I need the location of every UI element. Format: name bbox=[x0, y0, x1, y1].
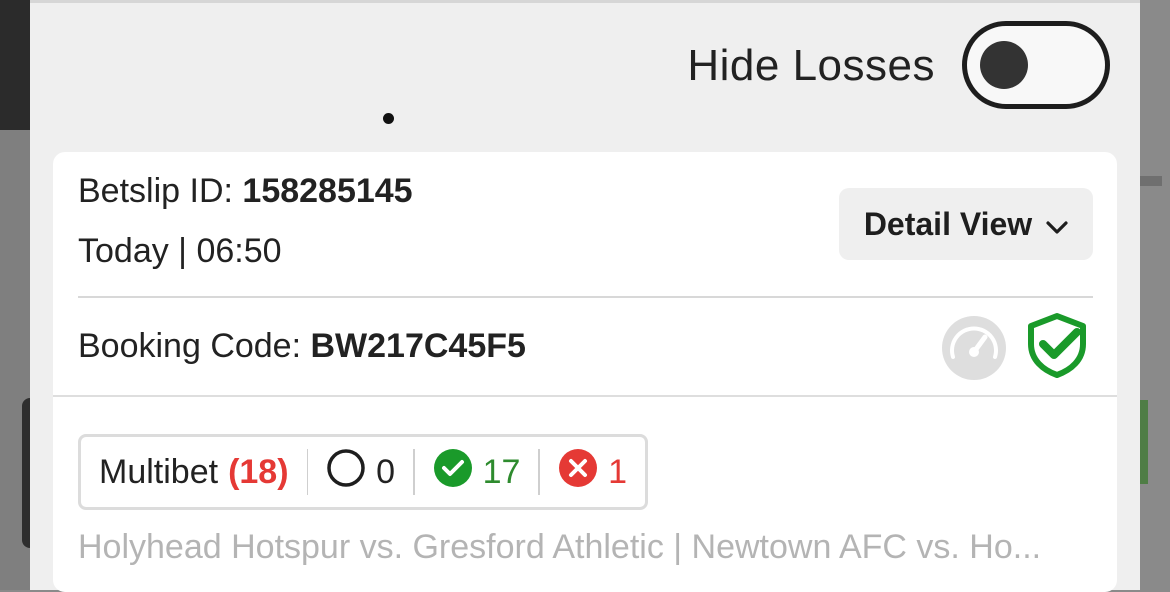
x-circle-icon bbox=[558, 448, 598, 497]
hide-losses-toggle[interactable] bbox=[962, 21, 1110, 109]
divider bbox=[78, 296, 1093, 298]
pending-segment: 0 bbox=[308, 437, 413, 507]
circle-outline-icon bbox=[326, 448, 366, 497]
selection-total: (18) bbox=[228, 452, 289, 491]
betslip-id-row: Betslip ID: 158285145 bbox=[78, 172, 413, 211]
detail-view-label: Detail View bbox=[863, 205, 1033, 242]
betslip-id-value: 158285145 bbox=[242, 172, 413, 210]
booking-code-label: Booking Code: bbox=[78, 327, 302, 365]
lost-count: 1 bbox=[608, 452, 627, 491]
bet-type-segment: Multibet (18) bbox=[81, 437, 307, 507]
betslip-card[interactable]: Betslip ID: 158285145 Today | 06:50 Deta… bbox=[53, 152, 1117, 592]
bet-type-label: Multibet bbox=[99, 452, 219, 491]
betslip-datetime: Today | 06:50 bbox=[78, 232, 282, 270]
lost-segment: 1 bbox=[540, 437, 645, 507]
dot-indicator bbox=[383, 113, 394, 124]
betslip-id-label: Betslip ID: bbox=[78, 172, 233, 210]
check-circle-icon bbox=[433, 448, 473, 497]
won-count: 17 bbox=[482, 452, 521, 491]
booking-code-value[interactable]: BW217C45F5 bbox=[311, 327, 526, 365]
pending-count: 0 bbox=[376, 452, 396, 491]
divider bbox=[53, 395, 1117, 397]
matches-list-text: Holyhead Hotspur vs. Gresford Athletic |… bbox=[78, 528, 1042, 566]
chevron-down-icon bbox=[1046, 206, 1068, 243]
detail-view-button[interactable]: Detail View bbox=[839, 188, 1093, 260]
bet-history-sheet: Hide Losses Betslip ID: 158285145 Today … bbox=[30, 0, 1140, 592]
won-segment: 17 bbox=[415, 437, 539, 507]
shield-check-icon[interactable] bbox=[1025, 312, 1089, 378]
background-right-bar bbox=[1140, 176, 1162, 186]
hide-losses-label: Hide Losses bbox=[687, 41, 935, 90]
booking-code-row: Booking Code: BW217C45F5 bbox=[78, 327, 526, 366]
toggle-knob bbox=[980, 41, 1028, 89]
bet-summary-pill: Multibet (18) 0 17 1 bbox=[78, 434, 648, 510]
background-right-edge bbox=[1138, 0, 1170, 587]
gauge-icon[interactable] bbox=[941, 315, 1007, 381]
